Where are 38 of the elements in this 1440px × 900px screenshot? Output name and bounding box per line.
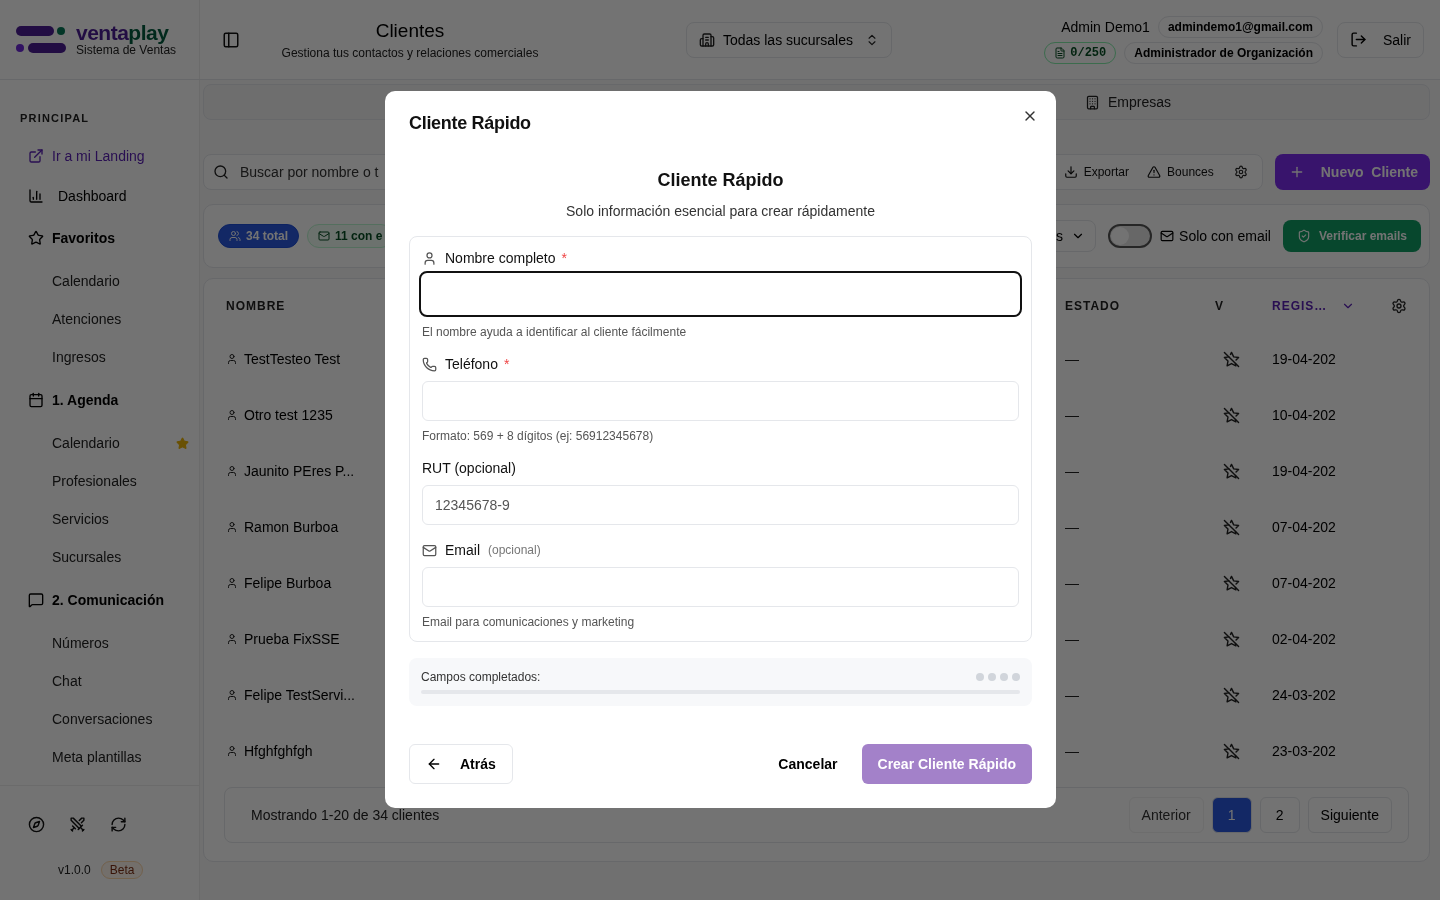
- table-cell-text: 24-03-202: [1272, 687, 1337, 703]
- beta-badge: Beta: [100, 861, 144, 879]
- page-title: Clientes: [374, 19, 446, 42]
- table-cell-text: 02-04-202: [1272, 631, 1337, 647]
- table-cell-text: —: [1065, 407, 1080, 423]
- progress-label: Campos completados:: [421, 670, 541, 684]
- table-cell-text: 07-04-202: [1272, 519, 1337, 535]
- field-label: RUT (opcional): [422, 459, 517, 478]
- column-header: V: [1215, 299, 1225, 313]
- table-cell-text: 23-03-202: [1272, 743, 1337, 759]
- table-cell-text: 07-04-202: [1272, 575, 1337, 591]
- table-cell-text: —: [1065, 575, 1080, 591]
- table-cell-text: —: [1065, 463, 1080, 479]
- results-summary: Mostrando 1-20 de 34 clientes: [251, 807, 440, 823]
- dialog-subtitle: Solo información esencial para crear rápidamente: [565, 203, 876, 219]
- table-cell-text: —: [1065, 687, 1080, 703]
- dialog-title: Cliente Rápido: [409, 113, 531, 134]
- field-hint: Formato: 569 + 8 dígitos (ej: 56912345678): [422, 429, 655, 443]
- table-cell-text: —: [1065, 351, 1080, 367]
- field-label: Email (opcional): [422, 539, 1019, 561]
- toggle-label: Solo con email: [1160, 228, 1271, 244]
- column-header: NOMBRE: [226, 299, 287, 313]
- table-cell-text: —: [1065, 631, 1080, 647]
- user-name: Admin Demo1: [1061, 18, 1150, 35]
- dialog-heading: Cliente Rápido: [656, 170, 785, 191]
- version-label: v1.0.0: [58, 863, 91, 877]
- field-hint: Email para comunicaciones y marketing: [422, 615, 636, 629]
- table-cell-text: —: [1065, 519, 1080, 535]
- column-header: ESTADO: [1065, 299, 1122, 313]
- table-cell-text: 10-04-202: [1272, 407, 1337, 423]
- section-label: PRINCIPAL: [20, 112, 91, 124]
- table-cell-text: —: [1065, 743, 1080, 759]
- field-label: Nombre completo *: [422, 247, 1019, 269]
- field-hint: El nombre ayuda a identificar al cliente fácilmente: [422, 325, 688, 339]
- field-label: Teléfono *: [422, 353, 1019, 375]
- table-cell-text: 19-04-202: [1272, 351, 1337, 367]
- table-cell-text: 19-04-202: [1272, 463, 1337, 479]
- page-subtitle: Gestiona tus contactos y relaciones comerciales: [280, 45, 540, 60]
